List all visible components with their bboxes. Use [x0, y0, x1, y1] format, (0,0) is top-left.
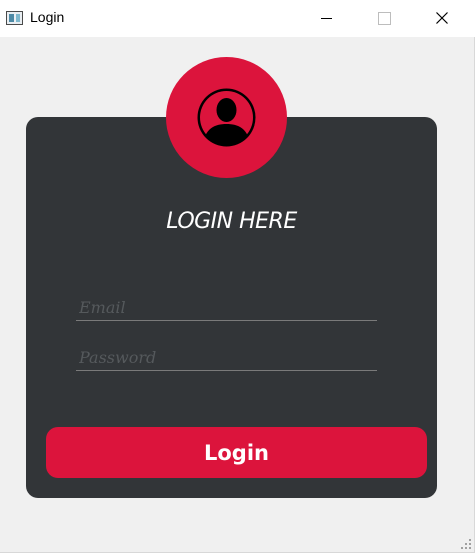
close-button[interactable]: [413, 0, 471, 37]
login-window: Login LOGIN HERE Login: [0, 0, 475, 553]
window-title: Login: [30, 9, 65, 25]
login-button[interactable]: Login: [46, 427, 427, 478]
avatar: [166, 57, 287, 178]
email-field[interactable]: [76, 295, 377, 321]
close-icon: [436, 12, 448, 24]
password-field[interactable]: [76, 345, 377, 371]
resize-grip[interactable]: [461, 539, 471, 549]
user-avatar-icon: [197, 88, 256, 147]
maximize-button[interactable]: [355, 0, 413, 37]
title-bar[interactable]: Login: [0, 0, 475, 37]
login-heading: LOGIN HERE: [166, 209, 297, 234]
app-window-icon: [6, 11, 23, 25]
minimize-button[interactable]: [297, 0, 355, 37]
